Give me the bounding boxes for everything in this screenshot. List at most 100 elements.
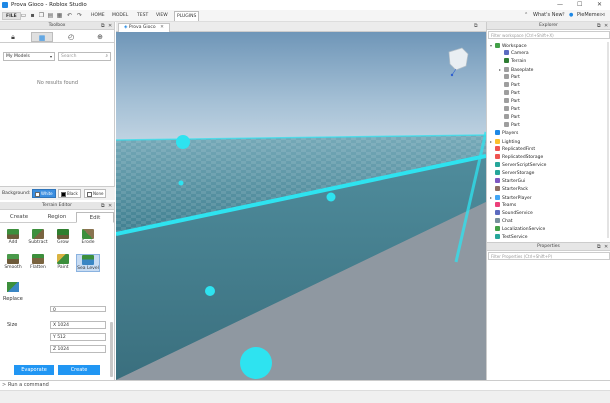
minimize-button[interactable]: — xyxy=(557,1,563,8)
evaporate-button[interactable]: Evaporate xyxy=(14,365,54,375)
explorer-item[interactable]: TestService xyxy=(490,234,528,242)
tool-erode[interactable]: Erode xyxy=(76,229,100,245)
terrain-close-icon[interactable]: ✕ xyxy=(108,202,112,210)
tab-close-icon[interactable]: ✕ xyxy=(160,25,164,30)
explorer-item[interactable]: ▾ Workspace xyxy=(490,42,527,50)
explorer-item[interactable]: ▸ Baseplate xyxy=(499,66,533,74)
explorer-item[interactable]: Part xyxy=(499,122,520,130)
create-button[interactable]: Create xyxy=(58,365,100,375)
neon-sphere[interactable] xyxy=(240,347,272,379)
tool-flatten[interactable]: Flatten xyxy=(26,254,50,270)
tab-prova-gioco[interactable]: ◈ Prova Gioco ✕ xyxy=(118,23,170,32)
tab-recent[interactable]: ◴ xyxy=(60,32,82,42)
viewport-maximize-icon[interactable]: ⧉ xyxy=(474,23,478,29)
neon-sphere[interactable] xyxy=(326,192,336,202)
explorer-item[interactable]: ▸ StarterPlayer xyxy=(490,194,532,202)
dock-icon[interactable]: ⧉ xyxy=(101,22,105,30)
properties-close-icon[interactable]: ✕ xyxy=(604,243,608,251)
save-icon[interactable]: ▪ xyxy=(29,13,36,19)
explorer-item[interactable]: Part xyxy=(499,82,520,90)
explorer-item[interactable]: ReplicatedStorage xyxy=(490,154,543,162)
paste-icon[interactable]: ▤ xyxy=(47,13,54,19)
category-select[interactable]: My Models ▾ xyxy=(3,52,55,61)
menu-plugins[interactable]: PLUGINS xyxy=(174,11,200,21)
explorer-filter-input[interactable]: Filter workspace (Ctrl+Shift+X) xyxy=(488,31,610,39)
maximize-button[interactable]: ☐ xyxy=(577,1,582,8)
menu-home[interactable]: HOME xyxy=(91,13,105,18)
neon-sphere[interactable] xyxy=(176,135,190,149)
explorer-item-label: ServerStorage xyxy=(502,171,535,176)
explorer-dock-icon[interactable]: ⧉ xyxy=(597,22,601,30)
explorer-scrollbar[interactable] xyxy=(607,42,609,238)
tab-creations[interactable]: ⊕ xyxy=(89,32,111,42)
user-avatar-icon[interactable]: ● xyxy=(569,12,573,18)
terrain-dock-icon[interactable]: ⧉ xyxy=(101,202,105,210)
menu-model[interactable]: MODEL xyxy=(112,13,128,18)
neon-sphere[interactable] xyxy=(205,286,215,296)
command-input[interactable]: Run a command xyxy=(8,382,49,388)
menu-test[interactable]: TEST xyxy=(137,13,148,18)
tool-grow[interactable]: Grow xyxy=(51,229,75,245)
properties-filter-input[interactable]: Filter Properties (Ctrl+Shift+P) xyxy=(488,252,610,260)
tab-edit[interactable]: Edit xyxy=(76,212,114,223)
replace-terrain-icon[interactable] xyxy=(7,282,19,292)
explorer-item[interactable]: Part xyxy=(499,114,520,122)
file-menu-button[interactable]: FILE xyxy=(2,12,21,20)
explorer-item[interactable]: StarterPack xyxy=(490,186,528,194)
tool-add[interactable]: Add xyxy=(1,229,25,245)
explorer-item[interactable]: Terrain xyxy=(499,58,526,66)
undo-icon[interactable]: ↶ xyxy=(66,13,73,19)
close-button[interactable]: ✕ xyxy=(597,1,602,8)
grow-terrain-icon xyxy=(57,229,69,239)
tab-inventory[interactable]: 🔒︎ xyxy=(2,32,24,42)
neon-sphere[interactable] xyxy=(178,180,184,186)
explorer-close-icon[interactable]: ✕ xyxy=(604,22,608,30)
explorer-item[interactable]: SoundService xyxy=(490,210,533,218)
explorer-item[interactable]: Chat xyxy=(490,218,513,226)
explorer-item[interactable]: Part xyxy=(499,106,520,114)
explorer-item[interactable]: StarterGui xyxy=(490,178,525,186)
whats-new-link[interactable]: What's New xyxy=(533,12,563,18)
menu-view[interactable]: VIEW xyxy=(156,13,168,18)
share-icon[interactable]: ⋈ xyxy=(600,12,605,18)
bg-white-option[interactable]: White xyxy=(32,189,56,198)
3d-viewport[interactable] xyxy=(116,32,486,380)
explorer-item[interactable]: ▸ Lighting xyxy=(490,138,520,146)
terrain-scrollbar[interactable] xyxy=(110,322,113,377)
tool-subtract[interactable]: Subtract xyxy=(26,229,50,245)
tab-create[interactable]: Create xyxy=(0,212,38,223)
toolbox-close-icon[interactable]: ✕ xyxy=(108,22,112,30)
tool-smooth[interactable]: Smooth xyxy=(1,254,25,270)
properties-dock-icon[interactable]: ⧉ xyxy=(597,243,601,251)
partial-number-field[interactable]: 0 xyxy=(50,306,106,312)
size-x-field[interactable]: X 1024 xyxy=(50,321,106,329)
size-z-field[interactable]: Z 1024 xyxy=(50,345,106,353)
bg-black-option[interactable]: Black xyxy=(58,189,81,198)
size-y-field[interactable]: Y 512 xyxy=(50,333,106,341)
redo-icon[interactable]: ↷ xyxy=(76,13,83,19)
user-name[interactable]: PieMeme xyxy=(577,12,600,18)
tool-paint[interactable]: Paint xyxy=(51,254,75,270)
explorer-item[interactable]: ReplicatedFirst xyxy=(490,146,535,154)
explorer-item[interactable]: Teams xyxy=(490,202,516,210)
screenshot-icon[interactable]: ▦ xyxy=(56,13,63,19)
explorer-item[interactable]: ServerStorage xyxy=(490,170,534,178)
copy-icon[interactable]: ❐ xyxy=(38,13,45,19)
toolbox-search-input[interactable]: Search ⌕ xyxy=(58,52,111,61)
explorer-item[interactable]: Camera xyxy=(499,50,529,58)
open-folder-icon[interactable]: ▭ xyxy=(20,13,27,19)
service-icon xyxy=(504,50,509,55)
tab-region[interactable]: Region xyxy=(38,212,76,223)
paint-terrain-icon xyxy=(57,254,69,264)
explorer-item[interactable]: ServerScriptService xyxy=(490,162,546,170)
explorer-item[interactable]: Part xyxy=(499,74,520,82)
help-icon[interactable]: ? xyxy=(562,12,565,18)
explorer-item[interactable]: Players xyxy=(490,130,518,138)
chevron-up-icon[interactable]: ⌃ xyxy=(524,12,528,18)
explorer-item[interactable]: LocalizationService xyxy=(490,226,545,234)
bg-none-option[interactable]: None xyxy=(84,189,107,198)
tab-marketplace[interactable]: ▦ xyxy=(31,32,53,42)
tool-sea-level[interactable]: Sea Level xyxy=(76,254,100,272)
explorer-item[interactable]: Part xyxy=(499,98,520,106)
explorer-item[interactable]: Part xyxy=(499,90,520,98)
